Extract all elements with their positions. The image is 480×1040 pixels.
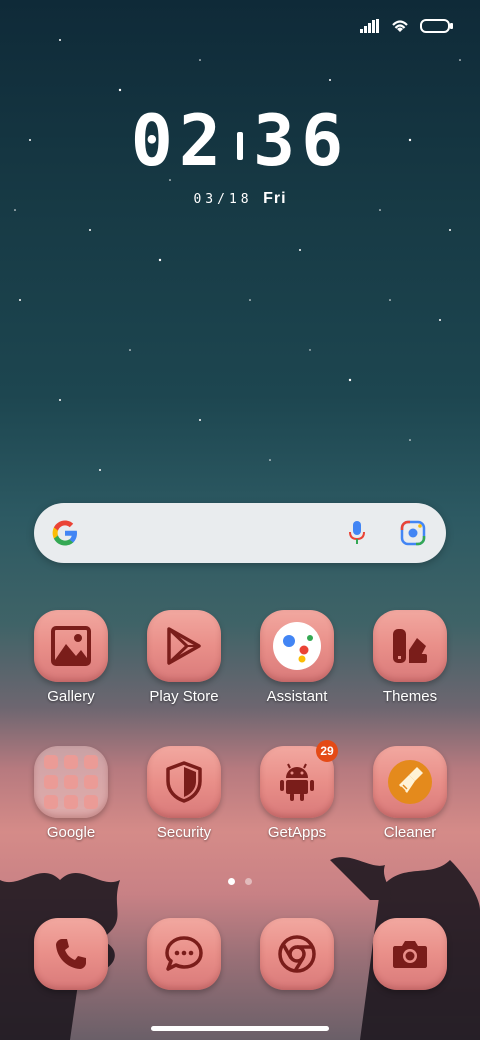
- battery-icon: [420, 19, 453, 33]
- security-tile: [147, 746, 221, 818]
- gallery-icon: [51, 626, 91, 666]
- app-themes[interactable]: Themes: [355, 610, 465, 705]
- signal-icon: [360, 19, 379, 33]
- play-store-icon: [167, 627, 201, 665]
- app-label: Themes: [382, 688, 438, 705]
- gallery-tile: [34, 610, 108, 682]
- lens-icon[interactable]: [400, 520, 426, 546]
- chrome-tile: [260, 918, 334, 990]
- clock-time: 02 36: [0, 100, 480, 182]
- phone-tile: [34, 918, 108, 990]
- play-store-tile: [147, 610, 221, 682]
- getapps-tile: 29: [260, 740, 338, 818]
- messages-tile: [147, 918, 221, 990]
- day-text: Fri: [263, 190, 287, 207]
- themes-tile: [373, 610, 447, 682]
- google-g-icon: [52, 520, 77, 546]
- themes-icon: [393, 629, 427, 663]
- clock-widget[interactable]: 02 36: [0, 100, 480, 182]
- page-indicator[interactable]: [0, 878, 480, 885]
- app-label: Play Store: [149, 688, 219, 705]
- page-dot[interactable]: [245, 878, 252, 885]
- clock-separator: [237, 131, 243, 160]
- gmail-mini-icon: [64, 755, 78, 769]
- folder-grid: [44, 755, 98, 809]
- app-getapps[interactable]: 29 GetApps: [242, 740, 352, 841]
- app-security[interactable]: Security: [129, 746, 239, 841]
- notification-badge: 29: [316, 740, 338, 762]
- page-dot-active[interactable]: [228, 878, 235, 885]
- app-cleaner[interactable]: Cleaner: [355, 746, 465, 841]
- clock-date: 03/18 Fri: [0, 190, 480, 208]
- app-play-store[interactable]: Play Store: [129, 610, 239, 705]
- clock-minutes: 36: [253, 100, 350, 182]
- assistant-icon: [273, 622, 321, 670]
- app-label: Cleaner: [383, 824, 437, 841]
- home-gesture-bar[interactable]: [151, 1026, 329, 1031]
- app-label: Gallery: [47, 688, 95, 705]
- google-folder-tile: [34, 746, 108, 818]
- android-icon: [280, 763, 314, 801]
- app-assistant[interactable]: Assistant: [242, 610, 352, 705]
- app-label: Security: [156, 824, 212, 841]
- assistant-tile: [260, 610, 334, 682]
- meet-mini-icon: [44, 795, 58, 809]
- chrome-icon: [278, 935, 316, 973]
- phone-icon: [56, 939, 86, 969]
- mic-icon[interactable]: [348, 520, 366, 546]
- camera-icon: [393, 941, 427, 968]
- dock-messages[interactable]: [129, 918, 239, 990]
- app-label: GetApps: [267, 824, 327, 841]
- google-mini-icon: [44, 755, 58, 769]
- files-mini-icon: [84, 795, 98, 809]
- date-text: 03/18: [193, 192, 253, 207]
- messages-icon: [165, 936, 203, 971]
- app-gallery[interactable]: Gallery: [16, 610, 126, 705]
- google-search-bar[interactable]: [34, 503, 446, 563]
- youtube-mini-icon: [44, 775, 58, 789]
- app-google-folder[interactable]: Google: [16, 746, 126, 841]
- maps-mini-icon: [84, 755, 98, 769]
- dock-phone[interactable]: [16, 918, 126, 990]
- broom-icon: [388, 760, 432, 804]
- app-label: Google: [46, 824, 96, 841]
- camera-tile: [373, 918, 447, 990]
- clock-hours: 02: [130, 100, 227, 182]
- youtube-music-mini-icon: [84, 775, 98, 789]
- status-bar: [360, 18, 453, 34]
- cleaner-tile: [373, 746, 447, 818]
- drive-mini-icon: [64, 775, 78, 789]
- wifi-icon: [392, 20, 408, 32]
- app-label: Assistant: [266, 688, 328, 705]
- dock-camera[interactable]: [355, 918, 465, 990]
- photos-mini-icon: [64, 795, 78, 809]
- dock-chrome[interactable]: [242, 918, 352, 990]
- shield-icon: [166, 761, 202, 803]
